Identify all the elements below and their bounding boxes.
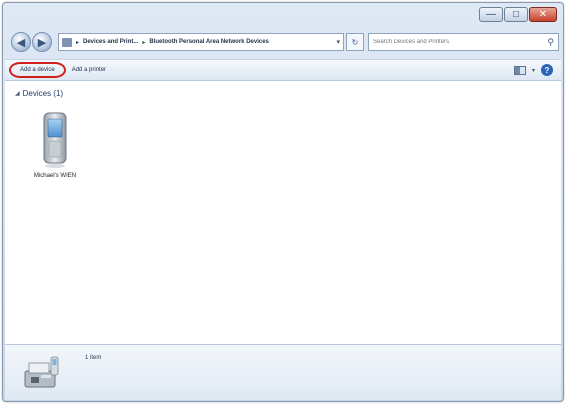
command-bar: Add a device Add a printer ▾ ? [5,59,561,81]
address-bar[interactable]: ▸ Devices and Print... ▸ Bluetooth Perso… [58,33,344,51]
collapse-arrow-icon[interactable]: ◢ [15,90,20,97]
address-dropdown-icon[interactable]: ▾ [336,38,340,46]
devices-printers-icon [21,353,65,393]
breadcrumb-devices-and-printers[interactable]: Devices and Print... [83,39,138,45]
device-item[interactable]: Michael's WIEN [25,107,85,179]
help-icon[interactable]: ? [541,64,553,76]
item-count: 1 item [85,355,102,361]
breadcrumb-separator: ▸ [142,39,146,46]
devices-group-label: Devices (1) [22,89,64,98]
back-button[interactable]: ◀ [11,32,31,52]
mobile-phone-graphic [43,112,67,168]
control-panel-icon [62,37,72,47]
forward-button[interactable]: ▶ [32,32,52,52]
caption-buttons: — □ ✕ [479,7,557,22]
search-icon[interactable]: ⚲ [547,37,554,48]
add-printer-button[interactable]: Add a printer [66,67,112,73]
devices-printers-graphic [24,356,59,388]
content-area: ◢ Devices (1) Michael's WIEN [5,81,561,344]
devices-group-header[interactable]: ◢ Devices (1) [15,89,63,98]
refresh-button[interactable]: ↻ [346,33,364,51]
back-arrow-icon: ◀ [16,36,26,49]
view-dropdown-icon[interactable]: ▾ [532,67,535,74]
explorer-window: — □ ✕ ◀ ▶ ▸ Devices and Print... ▸ Bluet… [2,2,564,402]
search-box[interactable]: ⚲ [368,33,559,51]
device-label: Michael's WIEN [33,173,77,179]
mobile-phone-icon [40,107,70,169]
add-device-button[interactable]: Add a device [9,62,66,78]
breadcrumb-bluetooth-pan-devices[interactable]: Bluetooth Personal Area Network Devices [149,39,268,45]
minimize-button[interactable]: — [479,7,503,22]
address-row: ◀ ▶ ▸ Devices and Print... ▸ Bluetooth P… [11,31,559,53]
close-button[interactable]: ✕ [529,7,557,22]
change-view-icon[interactable] [513,65,526,75]
toolbar-right: ▾ ? [513,64,561,76]
forward-arrow-icon: ▶ [37,36,47,49]
search-input[interactable] [373,39,548,45]
details-pane: 1 item [5,344,561,400]
breadcrumb-separator: ▸ [76,39,80,46]
maximize-button[interactable]: □ [504,7,528,22]
